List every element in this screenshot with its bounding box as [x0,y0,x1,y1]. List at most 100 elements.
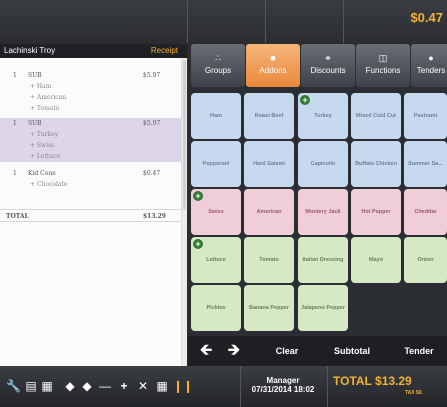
item-button-banana-pepper[interactable]: Banana Pepper [244,285,294,331]
item-button-swiss[interactable]: + Swiss [191,189,241,235]
arrow-left-icon[interactable]: 🡸 [196,340,216,362]
header-segment [187,0,265,43]
item-button-montery-jack[interactable]: Montery Jack [298,189,348,235]
diamond-small-icon[interactable]: ◆ [80,379,94,393]
tab-label: Functions [365,66,401,75]
subtotal-button[interactable]: Subtotal [324,336,380,366]
line-price: $5.97 [143,120,161,127]
minus-icon[interactable]: — [98,379,112,393]
tab-addons[interactable]: ■ Addons [246,44,300,87]
item-button-mixed-cold-cut[interactable]: Mixed Cold Cut [351,93,401,139]
receipt-modifier[interactable]: + Turkey [0,129,181,140]
receipt-modifier[interactable]: + Swiss [0,140,181,151]
item-button-mayo[interactable]: Mayo [351,237,401,283]
grid-icon[interactable]: ▦ [40,379,54,393]
item-button-roast-beef[interactable]: Roast Beef [244,93,294,139]
user-info: Manager 07/31/2014 18:02 [248,376,318,394]
groups-icon: ∴ [215,53,221,63]
tab-label: Discounts [310,66,346,75]
receipt-modifier[interactable]: + Tomato [0,103,181,114]
plus-icon[interactable]: + [117,379,131,393]
item-button-pastrami[interactable]: Pastrami [404,93,447,139]
item-button-buffalo-chicken[interactable]: Buffalo Chicken [351,141,401,187]
tenders-icon: ● [428,53,434,63]
total-label: TOTAL [6,213,29,220]
scrollbar-thumb[interactable] [183,60,186,210]
footer-divider [240,366,241,407]
customer-name: Lachinski Troy [4,46,56,55]
added-plus-icon: + [193,239,203,249]
tab-discounts[interactable]: ⚭ Discounts [301,44,355,87]
footer-total: TOTAL $13.29 [333,374,447,388]
arrow-right-icon[interactable]: 🡺 [224,340,244,362]
barcode-icon[interactable]: ❙❙ [173,379,193,393]
item-button-jalapeno-pepper[interactable]: Jalapeno Pepper [298,285,348,331]
receipt-total: TOTAL $13.29 [0,209,181,222]
tab-functions[interactable]: ◫ Functions [356,44,410,87]
receipt-modifier[interactable]: + Ham [0,81,181,92]
total-value: $13.29 [143,213,166,220]
footer-divider [327,366,328,407]
item-button-american[interactable]: American [244,189,294,235]
discounts-icon: ⚭ [324,53,332,63]
modifier-text: + Tomato [30,105,60,112]
item-button-onion[interactable]: Onion [404,237,447,283]
line-name: SUB [28,72,42,79]
modifier-text: + Ham [30,83,52,90]
item-label: Turkey [314,113,332,119]
tender-button[interactable]: Tender [394,336,444,366]
modifier-text: + Chocolate [30,181,68,188]
top-header: $0.47 [0,0,447,43]
clear-button[interactable]: Clear [262,336,312,366]
tab-label: Groups [204,66,232,75]
item-button-summer-sausage[interactable]: Summer Sa... [404,141,447,187]
item-button-hard-salami[interactable]: Hard Salami [244,141,294,187]
diamond-icon[interactable]: ◆ [63,379,77,393]
wrench-icon[interactable]: 🔧 [6,379,21,393]
footer-bar: 🔧 ▤ ▦ ◆ ◆ — + ✕ ▦ ❙❙ Manager 07/31/2014 … [0,366,447,407]
receipt-panel[interactable]: 1 SUB $5.97 + Ham + American + Tomato 1 … [0,58,187,366]
item-button-cheddar[interactable]: Cheddar [404,189,447,235]
tab-tenders[interactable]: ● Tenders [411,44,447,87]
receipt-header: Lachinski Troy Receipt [0,44,187,58]
item-button-hot-pepper[interactable]: Hot Pepper [351,189,401,235]
added-plus-icon: + [300,95,310,105]
receipt-scrollbar[interactable] [181,58,187,366]
item-button-turkey[interactable]: + Turkey [298,93,348,139]
item-button-pickles[interactable]: Pickles [191,285,241,331]
footer-total-label: TOTAL [333,374,372,388]
item-label: Lettuce [206,257,226,263]
item-button-italian-dressing[interactable]: Italian Dressing [298,237,348,283]
item-label: Swiss [208,209,224,215]
receipt-modifier[interactable]: + Chocolate [0,179,181,190]
item-grid: Ham Roast Beef + Turkey Mixed Cold Cut P… [188,90,447,332]
receipt-modifier[interactable]: + American [0,92,181,103]
receipt-line[interactable]: 1 Kid Cone $0.47 [0,168,181,179]
item-button-lettuce[interactable]: + Lettuce [191,237,241,283]
line-price: $0.47 [143,170,161,177]
item-button-capicollo[interactable]: Capicollo [298,141,348,187]
line-price: $5.97 [143,72,161,79]
modifier-text: + Lettuce [30,153,61,160]
tab-groups[interactable]: ∴ Groups [191,44,245,87]
multiply-icon[interactable]: ✕ [136,379,150,393]
line-name: Kid Cone [28,170,56,177]
item-button-tomato[interactable]: Tomato [244,237,294,283]
pos-screen: $0.47 Lachinski Troy Receipt 1 SUB $5.97… [0,0,447,407]
tab-label: Tenders [416,66,446,75]
modifier-text: + American [30,94,67,101]
document-icon[interactable]: ▤ [24,379,38,393]
header-segment [265,0,343,43]
receipt-label: Receipt [150,46,178,55]
date-time: 07/31/2014 18:02 [251,385,315,394]
added-plus-icon: + [193,191,203,201]
user-name: Manager [266,376,300,385]
calculator-icon[interactable]: ▦ [155,379,169,393]
receipt-line[interactable]: 1 SUB $5.97 [0,70,181,81]
receipt-modifier[interactable]: + Lettuce [0,151,181,162]
modifier-text: + Turkey [30,131,59,138]
item-button-ham[interactable]: Ham [191,93,241,139]
addons-icon: ■ [270,53,276,63]
item-button-pepperoni[interactable]: Pepperoni [191,141,241,187]
receipt-line[interactable]: 1 SUB $5.97 [0,118,181,129]
